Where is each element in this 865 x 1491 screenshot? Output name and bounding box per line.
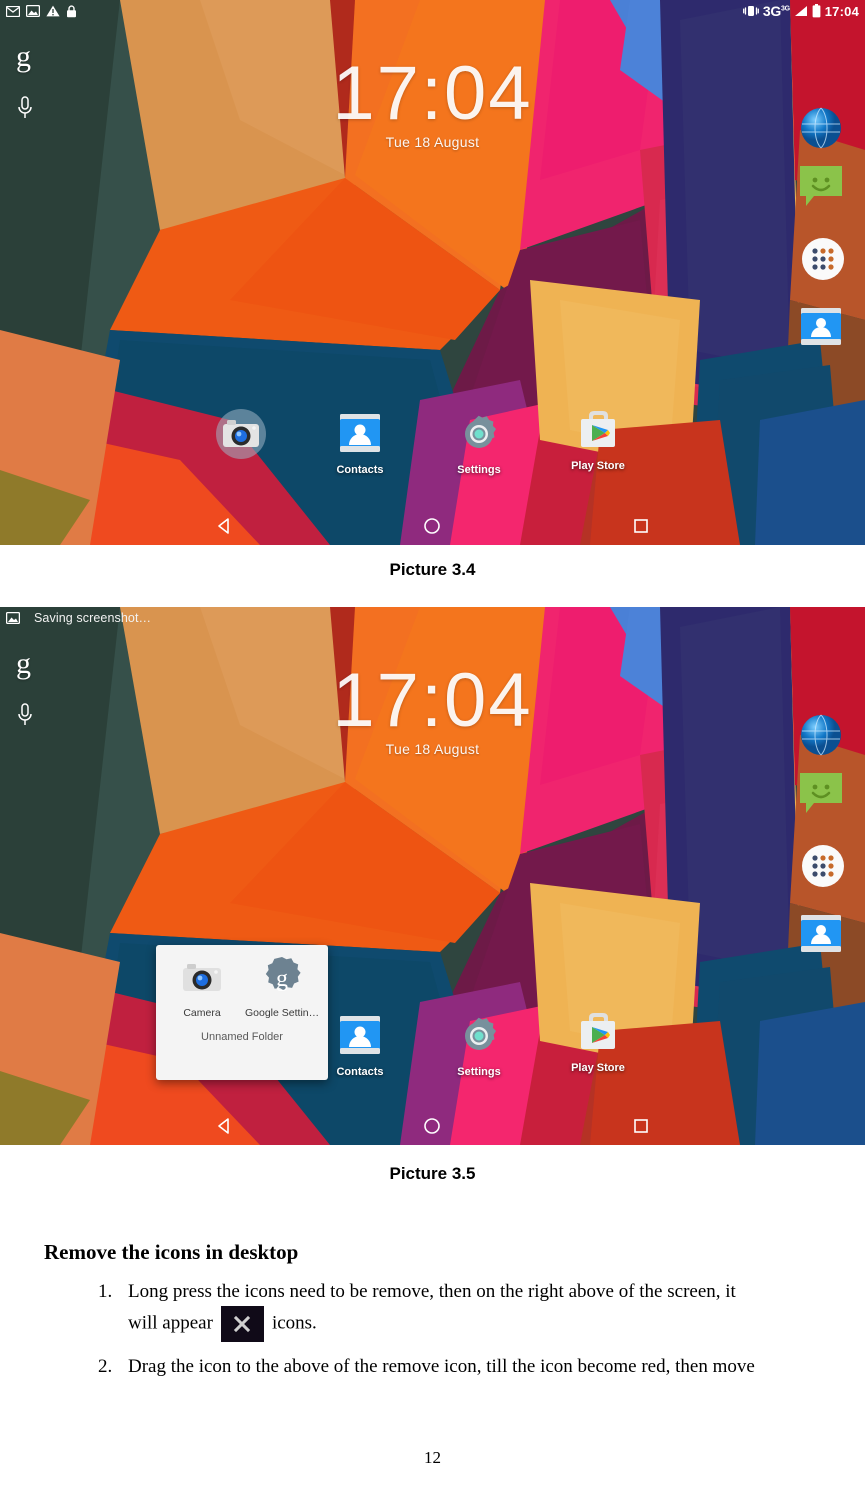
side-app-contacts[interactable] (798, 911, 844, 957)
play-store-icon[interactable] (572, 404, 624, 456)
dock-app-contacts[interactable]: Contacts (321, 1010, 399, 1078)
recents-square-icon[interactable] (630, 515, 652, 537)
status-notification-area: Saving screenshot… (6, 611, 151, 625)
folder-item-google-settings[interactable]: g Google Settin… (245, 955, 319, 1019)
status-clock: 17:04 (824, 3, 859, 19)
screenshot-picture-3-5: Saving screenshot… g 17:04 Tue 18 August (0, 607, 865, 1145)
google-search-widget[interactable]: g (16, 649, 34, 734)
dock-app-label: Settings (457, 464, 501, 476)
home-circle-icon[interactable] (421, 1115, 443, 1137)
recents-square-icon[interactable] (630, 1115, 652, 1137)
folder-name-label[interactable]: Unnamed Folder (162, 1031, 322, 1043)
battery-full-icon (812, 4, 821, 18)
svg-text:g: g (276, 966, 288, 992)
folder-item-label: Google Settin… (245, 1007, 319, 1019)
screenshot-image-icon (6, 612, 20, 624)
side-app-messaging[interactable] (798, 164, 844, 212)
dock-app-label: Settings (457, 1066, 501, 1078)
step-text-mid: will appear (128, 1312, 213, 1334)
caption-picture-3-5: Picture 3.5 (389, 1164, 476, 1183)
dock-app-contacts[interactable]: Contacts (321, 408, 399, 476)
camera-icon[interactable] (179, 955, 225, 1001)
screenshot-picture-3-4: 3G3G 17:04 g 17:04 Tue 18 August Contact… (0, 0, 865, 545)
step-text-after: icons. (271, 1312, 317, 1334)
list-item-text: Drag the icon to the above of the remove… (128, 1356, 755, 1378)
dock-app-play-store[interactable]: Play Store (559, 404, 637, 472)
microphone-icon[interactable] (16, 96, 34, 127)
status-bar: 3G3G 17:04 (0, 0, 865, 22)
list-item-number: 1. (98, 1281, 113, 1302)
dock-app-label: Play Store (571, 460, 625, 472)
wallpaper-2 (0, 607, 865, 1145)
messaging-icon (800, 773, 842, 813)
email-icon (6, 5, 20, 17)
settings-gear-icon[interactable] (453, 1010, 505, 1062)
app-drawer-icon (802, 238, 844, 280)
back-triangle-icon[interactable] (213, 1115, 235, 1137)
google-logo[interactable]: g (16, 649, 34, 679)
contacts-icon (801, 915, 841, 952)
google-search-widget[interactable]: g (16, 42, 34, 127)
screenshot-image-icon (26, 5, 40, 17)
dock-app-label: Contacts (336, 1066, 384, 1078)
app-drawer-icon (802, 845, 844, 887)
status-bar: Saving screenshot… (0, 607, 865, 629)
dock-app-settings[interactable]: Settings (440, 1010, 518, 1078)
back-triangle-icon[interactable] (213, 515, 235, 537)
warning-triangle-icon (46, 5, 60, 17)
google-logo[interactable]: g (16, 42, 34, 72)
section-title: Remove the icons in desktop (44, 1240, 299, 1264)
side-app-browser[interactable] (798, 105, 844, 151)
signal-bars-icon (794, 5, 808, 17)
camera-icon[interactable] (215, 408, 267, 460)
folder-popup[interactable]: Camera g Google Settin… Unnamed Folder (156, 945, 328, 1080)
network-type-label: 3G3G (762, 3, 790, 19)
side-app-app-drawer[interactable] (800, 236, 846, 282)
document-body: Remove the icons in desktop 1. Long pres… (0, 1240, 865, 1392)
page-number: 12 (424, 1448, 441, 1467)
vibrate-icon (742, 5, 759, 17)
microphone-icon[interactable] (16, 703, 34, 734)
side-app-messaging[interactable] (798, 771, 844, 819)
manual-page: 3G3G 17:04 g 17:04 Tue 18 August Contact… (0, 0, 865, 1491)
settings-gear-icon[interactable] (453, 408, 505, 460)
lock-icon (66, 4, 77, 18)
contacts-icon[interactable] (334, 408, 386, 460)
navigation-bar (0, 1107, 865, 1145)
step-text-before: Long press the icons need to be remove, … (128, 1281, 736, 1302)
dock-app-label: Contacts (336, 464, 384, 476)
caption-picture-3-4: Picture 3.4 (389, 560, 476, 579)
messaging-icon (800, 166, 842, 206)
folder-item-label: Camera (183, 1007, 221, 1019)
side-app-browser[interactable] (798, 712, 844, 758)
dock-app-camera[interactable] (202, 408, 280, 464)
list-item: 1. Long press the icons need to be remov… (0, 1277, 865, 1343)
browser-globe-icon (801, 714, 841, 756)
home-circle-icon[interactable] (421, 515, 443, 537)
close-x-icon (220, 1306, 264, 1343)
dock-app-play-store[interactable]: Play Store (559, 1006, 637, 1074)
side-app-app-drawer[interactable] (800, 843, 846, 889)
navigation-bar (0, 507, 865, 545)
play-store-icon[interactable] (572, 1006, 624, 1058)
wallpaper-1 (0, 0, 865, 545)
side-app-contacts[interactable] (798, 304, 844, 350)
dock-app-settings[interactable]: Settings (440, 408, 518, 476)
folder-items: Camera g Google Settin… (162, 955, 322, 1019)
contacts-icon (801, 308, 841, 345)
google-settings-icon[interactable]: g (259, 955, 305, 1001)
steps-list: 1. Long press the icons need to be remov… (0, 1277, 865, 1382)
list-item: 2. Drag the icon to the above of the rem… (0, 1352, 865, 1381)
status-notification-text: Saving screenshot… (34, 611, 152, 625)
browser-globe-icon (801, 107, 841, 149)
status-system-icons: 3G3G 17:04 (742, 3, 859, 19)
list-item-text: Long press the icons need to be remove, … (128, 1277, 865, 1343)
status-notification-icons (6, 4, 77, 18)
list-item-number: 2. (98, 1356, 113, 1378)
folder-item-camera[interactable]: Camera (165, 955, 239, 1019)
contacts-icon[interactable] (334, 1010, 386, 1062)
dock-app-label: Play Store (571, 1062, 625, 1074)
